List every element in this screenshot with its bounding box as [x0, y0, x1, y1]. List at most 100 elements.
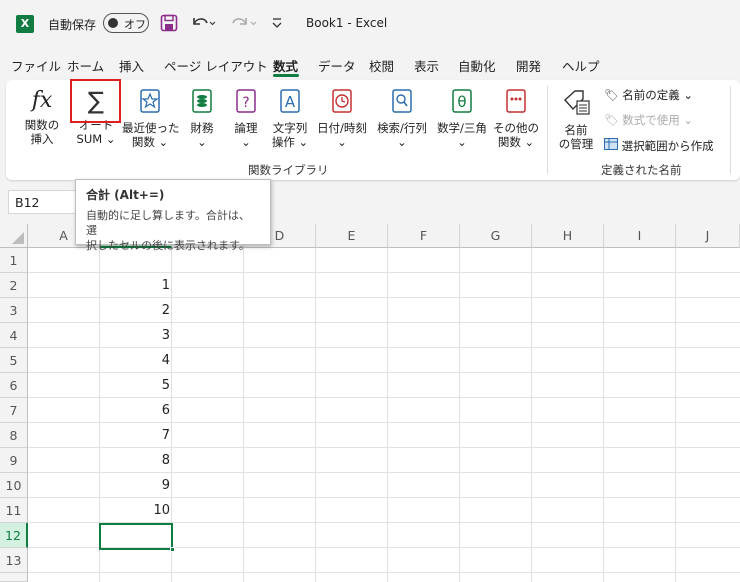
undo-icon[interactable] — [190, 13, 216, 36]
row-header-4[interactable]: 4 — [0, 323, 28, 348]
column-header-i[interactable]: I — [604, 224, 676, 248]
logical-line1: 論理 — [234, 121, 258, 135]
row-header-2[interactable]: 2 — [0, 273, 28, 298]
tooltip-line1: 自動的に足し算します。合計は、選 — [86, 209, 250, 237]
theta-icon: θ — [434, 88, 490, 117]
tab-automate[interactable]: 自動化 — [458, 56, 496, 75]
financial-button[interactable]: 財務 ⌄ — [184, 88, 220, 149]
tab-page-layout[interactable]: ページ レイアウト — [164, 56, 268, 75]
logical-button[interactable]: ? 論理 ⌄ — [228, 88, 264, 149]
cell-b10[interactable]: 9 — [100, 473, 170, 498]
name-manager-line1: 名前 — [564, 123, 588, 137]
define-name-label: 名前の定義 ⌄ — [622, 88, 694, 102]
column-header-j[interactable]: J — [676, 224, 740, 248]
coins-icon — [184, 88, 220, 117]
cell-b3[interactable]: 2 — [100, 298, 170, 323]
gridline — [531, 248, 532, 582]
fill-handle[interactable] — [170, 547, 175, 552]
autosave-toggle[interactable]: オフ — [103, 13, 149, 33]
gridline — [459, 248, 460, 582]
financial-line1: 財務 — [190, 121, 214, 135]
create-from-selection-button[interactable]: 選択範囲から作成 — [604, 138, 714, 154]
row-header-5[interactable]: 5 — [0, 348, 28, 373]
autosave-label: 自動保存 — [48, 18, 97, 32]
save-icon[interactable] — [160, 14, 178, 35]
name-box[interactable]: B12 — [8, 190, 78, 214]
row-header-3[interactable]: 3 — [0, 298, 28, 323]
gridline — [315, 248, 316, 582]
row-header-10[interactable]: 10 — [0, 473, 28, 498]
column-header-h[interactable]: H — [532, 224, 604, 248]
autosum-line2: SUM ⌄ — [76, 132, 116, 146]
toggle-knob — [108, 18, 118, 28]
gridline — [675, 248, 676, 582]
row-header-1[interactable]: 1 — [0, 248, 28, 273]
create-from-selection-label: 選択範囲から作成 — [621, 139, 714, 153]
name-manager-line2: の管理 — [558, 137, 594, 151]
cell-b11[interactable]: 10 — [100, 498, 170, 523]
svg-text:A: A — [285, 93, 296, 111]
math-line2: ⌄ — [457, 135, 467, 149]
cell-b8[interactable]: 7 — [100, 423, 170, 448]
recent-line1: 最近使った — [122, 121, 180, 135]
row-header-6[interactable]: 6 — [0, 373, 28, 398]
cell-b2[interactable]: 1 — [100, 273, 170, 298]
gridline — [243, 248, 244, 582]
insert-function-button[interactable]: fx 関数の 挿入 — [16, 88, 68, 146]
tooltip-line2: 択したセルの後に表示されます。 — [86, 239, 250, 252]
more-line2: 関数 ⌄ — [497, 135, 535, 149]
column-header-e[interactable]: E — [316, 224, 388, 248]
datetime-button[interactable]: 日付/時刻 ⌄ — [314, 88, 370, 149]
cell-b4[interactable]: 3 — [100, 323, 170, 348]
cell-b9[interactable]: 8 — [100, 448, 170, 473]
svg-text:?: ? — [242, 95, 249, 111]
tab-developer[interactable]: 開発 — [516, 56, 541, 75]
row-header-14[interactable] — [0, 573, 28, 582]
name-manager-button[interactable]: 名前 の管理 — [556, 88, 596, 151]
tab-formulas[interactable]: 数式 — [273, 56, 298, 75]
column-header-f[interactable]: F — [388, 224, 460, 248]
defined-names-group-label: 定義された名前 — [601, 163, 682, 177]
recent-line2: 関数 ⌄ — [131, 135, 169, 149]
tag-small-icon: 🏷 — [604, 88, 619, 102]
row-header-7[interactable]: 7 — [0, 398, 28, 423]
window-title: Book1 - Excel — [306, 16, 388, 30]
gridline — [28, 572, 740, 573]
gridline — [387, 248, 388, 582]
lookup-button[interactable]: 検索/行列 ⌄ — [374, 88, 430, 149]
select-all-corner[interactable] — [0, 224, 28, 248]
redo-icon[interactable] — [228, 13, 258, 36]
row-header-13[interactable]: 13 — [0, 548, 28, 573]
tab-file[interactable]: ファイル — [11, 56, 61, 75]
more-functions-button[interactable]: その他の 関数 ⌄ — [493, 88, 539, 149]
function-library-group-label: 関数ライブラリ — [248, 163, 329, 177]
lookup-line2: ⌄ — [397, 135, 407, 149]
active-cell-b12[interactable] — [99, 523, 173, 550]
text-line2: 操作 ⌄ — [271, 135, 309, 149]
row-header-9[interactable]: 9 — [0, 448, 28, 473]
datetime-line1: 日付/時刻 — [317, 121, 367, 135]
ribbon-separator-2 — [730, 86, 731, 174]
tab-home[interactable]: ホーム — [67, 56, 104, 75]
cell-b6[interactable]: 5 — [100, 373, 170, 398]
text-functions-button[interactable]: A 文字列 操作 ⌄ — [268, 88, 312, 149]
tab-review[interactable]: 校閲 — [369, 56, 394, 75]
insert-function-line1: 関数の — [24, 118, 60, 132]
more-line1: その他の — [493, 121, 539, 135]
tab-insert[interactable]: 挿入 — [119, 56, 144, 75]
row-header-12[interactable]: 12 — [0, 523, 28, 548]
tab-data[interactable]: データ — [318, 56, 356, 75]
row-header-8[interactable]: 8 — [0, 423, 28, 448]
column-header-g[interactable]: G — [460, 224, 532, 248]
recently-used-button[interactable]: 最近使った 関数 ⌄ — [122, 88, 180, 149]
use-in-formula-button[interactable]: 🏷 数式で使用 ⌄ — [604, 112, 693, 128]
tab-view[interactable]: 表示 — [414, 56, 439, 75]
customize-qat-icon[interactable] — [271, 15, 283, 32]
tab-help[interactable]: ヘルプ — [562, 56, 600, 75]
math-trig-button[interactable]: θ 数学/三角 ⌄ — [434, 88, 490, 149]
fx-icon: fx — [31, 88, 53, 113]
cell-b7[interactable]: 6 — [100, 398, 170, 423]
define-name-button[interactable]: 🏷 名前の定義 ⌄ — [604, 87, 693, 103]
row-header-11[interactable]: 11 — [0, 498, 28, 523]
cell-b5[interactable]: 4 — [100, 348, 170, 373]
